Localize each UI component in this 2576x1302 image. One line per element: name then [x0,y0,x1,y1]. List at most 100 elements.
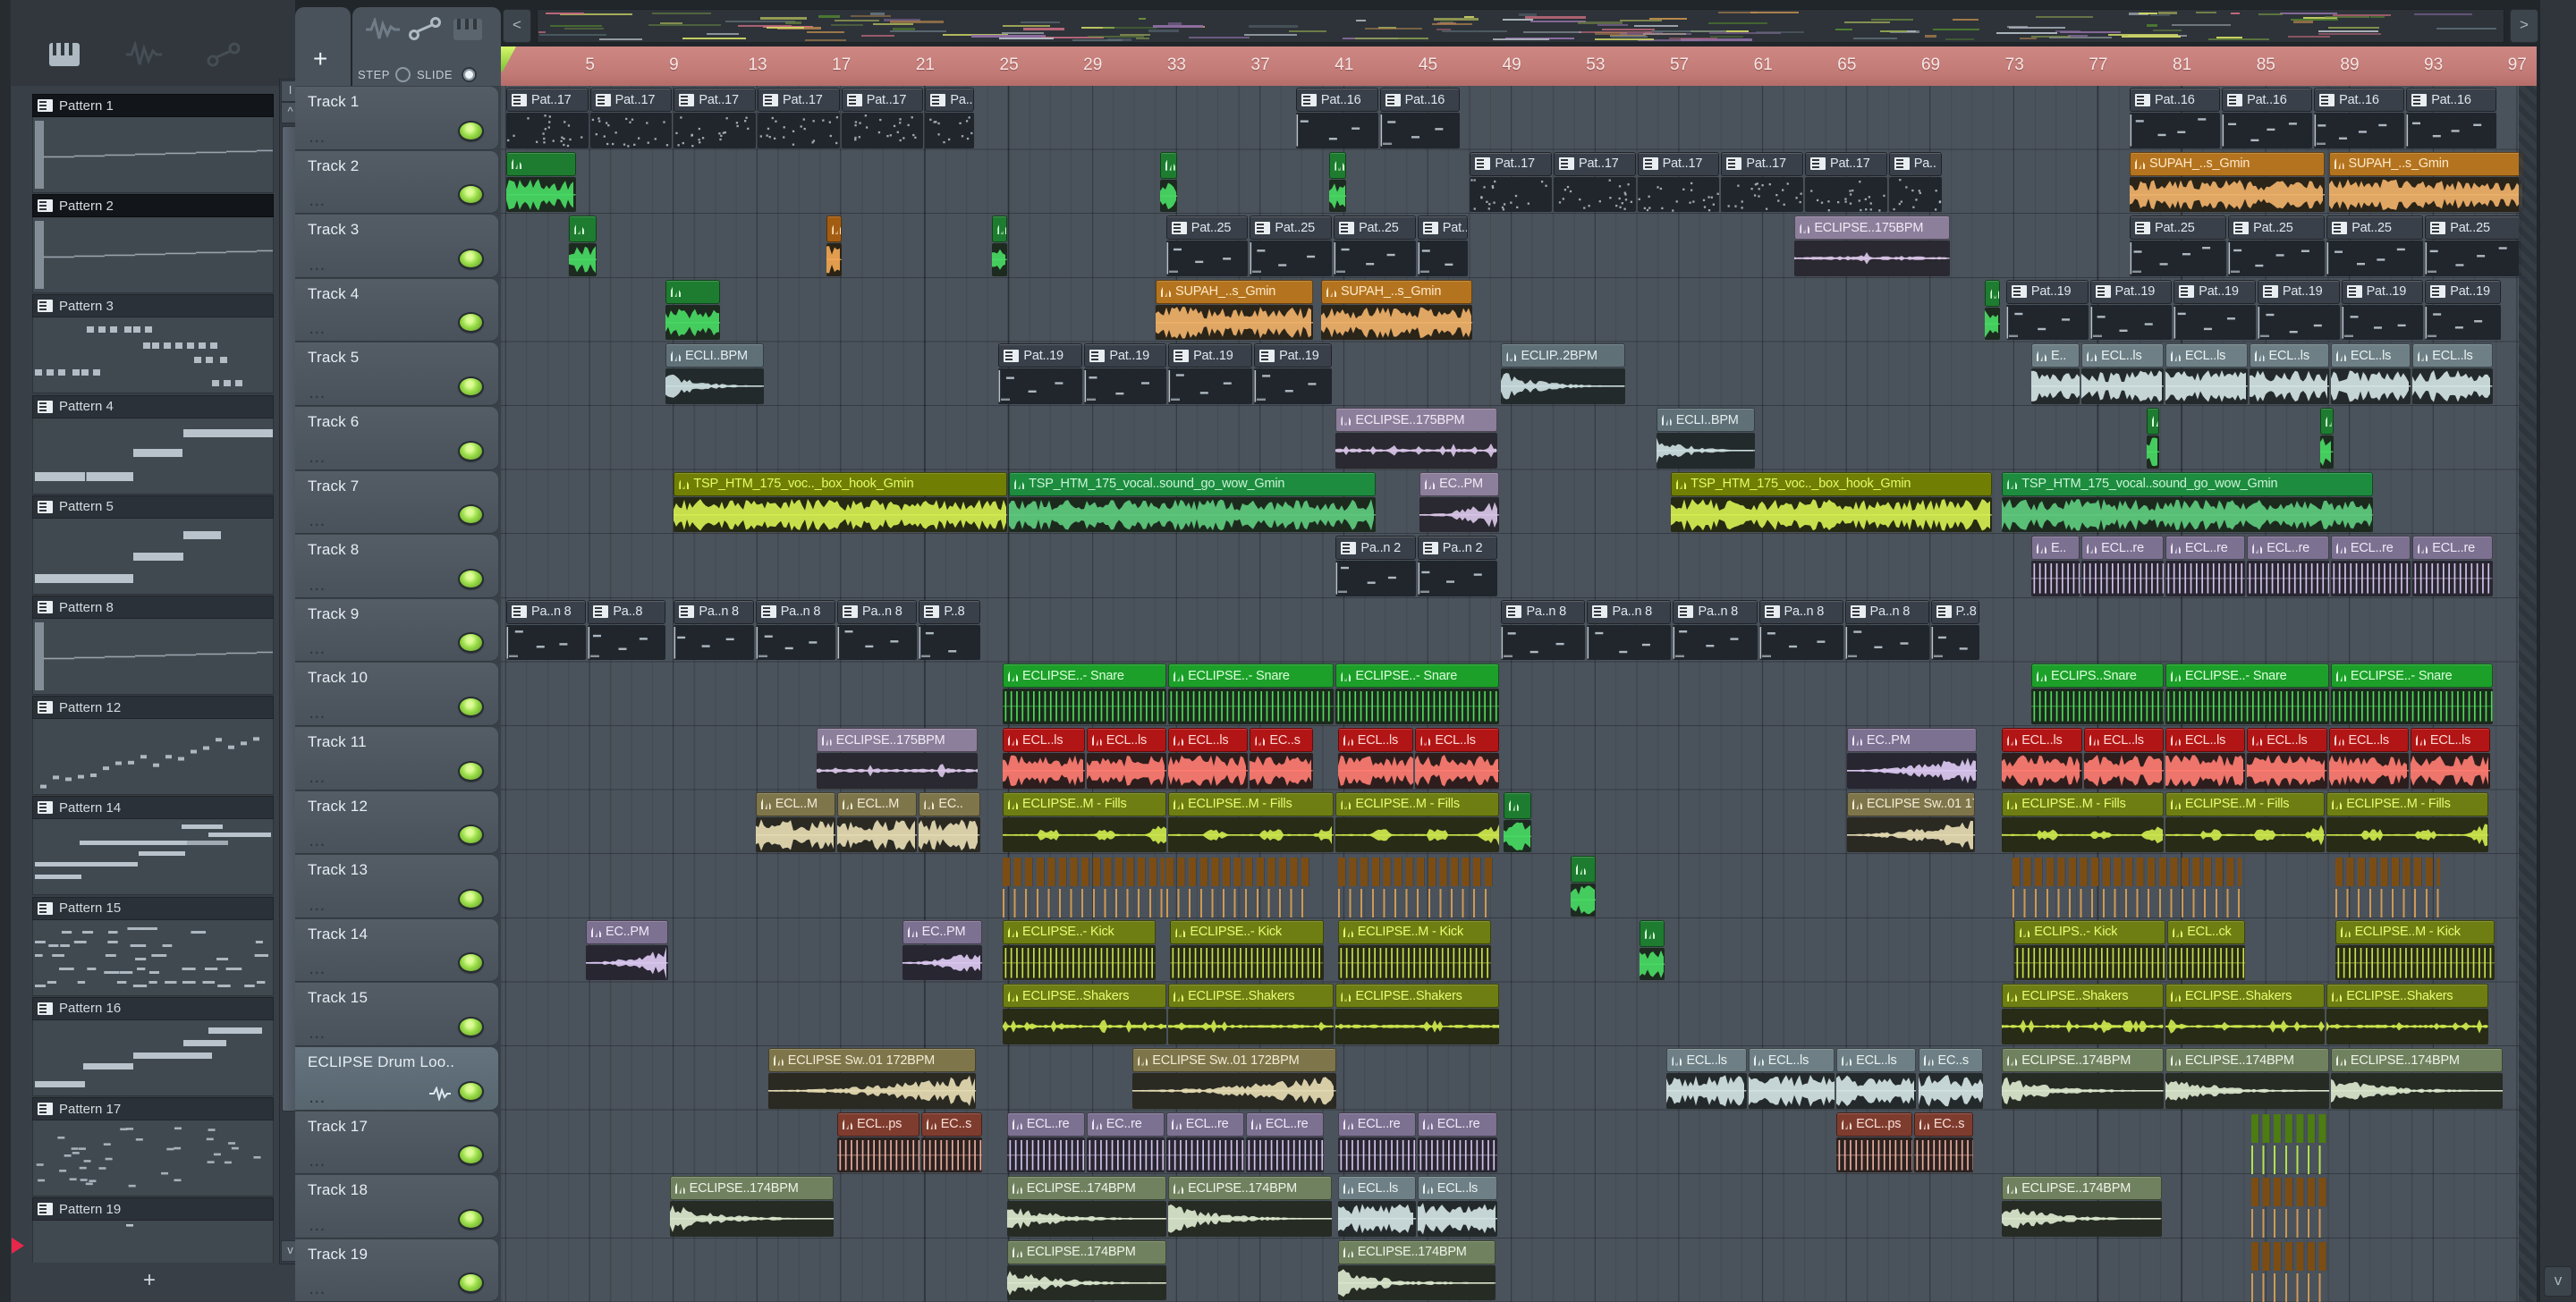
audio-clip[interactable]: EC..PM [1846,728,1978,789]
add-pattern-button[interactable]: + [21,1263,277,1302]
track-name[interactable]: Track 19 [308,1246,368,1264]
pattern-clip[interactable]: Pat..16 [2406,88,2497,148]
clip-header[interactable]: Pa.. [1888,151,1942,176]
track-mute-led[interactable] [458,440,484,461]
audio-clip[interactable] [826,216,843,276]
clip-header[interactable]: EC..PM [1846,728,1978,752]
pattern-clip[interactable]: Pat..25 [1334,216,1416,276]
clip-header[interactable]: Pat..16 [2222,88,2313,112]
clip-header[interactable]: Pat..17 [1470,151,1552,176]
pattern-clip[interactable]: Pat..19 [1254,343,1333,404]
clip-header[interactable]: Pa..n 8 [1844,599,1929,624]
audio-clip[interactable]: ECL..re [1337,1112,1416,1173]
audio-clip[interactable] [1159,151,1177,213]
clip-header[interactable]: ECL..re [1417,1112,1498,1137]
clip-header[interactable]: Pat..19 [2257,279,2340,304]
pattern-clip[interactable]: Pa..n 8 [1673,599,1758,661]
clip-header[interactable]: Pat..16 [2314,88,2405,112]
clip-header[interactable]: Pat..19 [1084,343,1167,368]
clip-header[interactable]: ECL..ls [2081,343,2164,368]
audio-clip[interactable]: ECL..M [837,791,918,853]
clip-header[interactable]: ECLIPSE..M - Fills [1335,791,1500,816]
audio-clip[interactable]: ECL..re [1417,1112,1498,1173]
clip-header[interactable]: ECLIPSE..174BPM [2330,1048,2504,1072]
audio-clip[interactable]: ECLI..BPM [665,343,765,404]
pattern-item[interactable]: Pattern 15 [32,896,274,996]
pattern-item[interactable]: Pattern 14 [32,796,274,896]
track-menu-dots[interactable]: ... [309,642,326,657]
track-name[interactable]: Track 10 [308,669,368,687]
audio-clip[interactable]: ECL..ls [1417,1176,1498,1237]
clip-header[interactable]: EC..re [1086,1112,1165,1137]
clip-header[interactable]: Pat..19 [2425,279,2501,304]
clip-header[interactable]: ECL..re [2412,536,2493,561]
pattern-title[interactable]: Pattern 12 [32,696,274,720]
track-mute-led[interactable] [458,696,484,717]
clip-header[interactable]: P..8 [919,599,980,624]
step-toggle[interactable] [395,67,411,82]
track-name[interactable]: Track 18 [308,1181,368,1199]
pattern-clip[interactable]: Pat..19 [2341,279,2424,341]
clip-header[interactable]: Pa..n 8 [1673,599,1758,624]
track-menu-dots[interactable]: ... [309,1219,326,1234]
percussion-stripe-clip[interactable] [1003,856,1165,918]
clip-header[interactable]: TSP_HTM_175_vocal..sound_go_wow_Gmin [1009,471,1377,496]
clip-header[interactable] [1570,856,1597,884]
track-menu-dots[interactable]: ... [309,131,326,146]
clip-header[interactable]: Pat..17 [674,88,757,112]
track-menu-dots[interactable]: ... [309,771,326,786]
clip-header[interactable]: ECL..ls [2165,343,2248,368]
track-menu-dots[interactable]: ... [309,834,326,850]
clip-header[interactable]: ECL..ls [2083,728,2164,752]
automation-link-icon[interactable] [206,41,242,68]
pattern-clip[interactable]: Pa..n 8 [755,599,836,661]
clip-header[interactable] [569,216,597,243]
audio-clip[interactable]: ECL..ls [1003,728,1085,789]
audio-clip[interactable]: ECLIPSE..- Snare [1335,664,1500,724]
track-menu-dots[interactable]: ... [309,451,326,466]
audio-clip[interactable]: ECL..ls [2328,728,2409,789]
clip-header[interactable]: ECLIPSE..- Snare [2165,664,2329,689]
pattern-clip[interactable]: Pat..19 [998,343,1083,404]
track-mute-led[interactable] [458,1016,484,1037]
audio-clip[interactable]: E.. [2030,536,2080,596]
pattern-clip[interactable]: P..8 [919,599,980,661]
clip-header[interactable]: Pat..17 [1637,151,1720,176]
audio-clip[interactable] [1570,856,1597,917]
clip-header[interactable]: ECL..ls [1666,1048,1747,1072]
audio-clip[interactable]: ECL..re [1165,1112,1244,1173]
pattern-clip[interactable]: Pat..17 [674,88,757,148]
track-name[interactable]: Track 3 [308,221,359,239]
clip-header[interactable]: ECL..re [2247,536,2329,561]
pattern-clip[interactable]: Pat..25 [2130,216,2227,276]
audio-clip[interactable]: ECLIPSE Sw..01 172BPM [1132,1048,1336,1109]
clip-header[interactable]: TSP_HTM_175_vocal..sound_go_wow_Gmin [2002,471,2374,496]
clip-header[interactable]: ECLIPSE Sw..01 172BPM [767,1048,976,1072]
audio-clip[interactable]: EC..PM [585,919,668,981]
clip-header[interactable]: Pat..25 [2425,216,2522,241]
pattern-clip[interactable]: Pa..n 8 [1587,599,1672,661]
clip-header[interactable]: ECLIPSE..174BPM [669,1176,834,1201]
audio-clip[interactable]: TSP_HTM_175_vocal..sound_go_wow_Gmin [2002,471,2374,533]
clip-header[interactable]: ECLIPSE..175BPM [1335,408,1498,432]
pattern-title[interactable]: Pattern 2 [32,194,274,218]
audio-clip[interactable]: EC..PM [902,919,982,981]
pattern-clip[interactable]: Pa..n 8 [837,599,918,661]
pattern-clip[interactable]: Pa..n 8 [506,599,587,661]
clip-header[interactable]: Pat..19 [1168,343,1253,368]
audio-clip[interactable] [992,216,1008,276]
clip-header[interactable]: Pat..16 [1295,88,1378,112]
pattern-item[interactable]: Pattern 8 [32,596,274,695]
track-header[interactable]: Track 6... [295,407,498,470]
track-menu-dots[interactable]: ... [309,1027,326,1042]
pattern-clip[interactable]: Pat..25 [1250,216,1333,276]
clip-header[interactable]: ECL..re [2165,536,2246,561]
track-header[interactable]: Track 12... [295,790,498,855]
pattern-item[interactable]: Pattern 2 [32,194,274,294]
track-menu-dots[interactable]: ... [309,258,326,274]
pattern-title[interactable]: Pattern 19 [32,1197,274,1222]
pattern-item[interactable]: Pattern 17 [32,1097,274,1196]
audio-clip[interactable]: ECLIPSE..174BPM [1006,1176,1167,1237]
audio-clip[interactable] [1640,919,1665,981]
pattern-item[interactable]: Pattern 5 [32,495,274,595]
